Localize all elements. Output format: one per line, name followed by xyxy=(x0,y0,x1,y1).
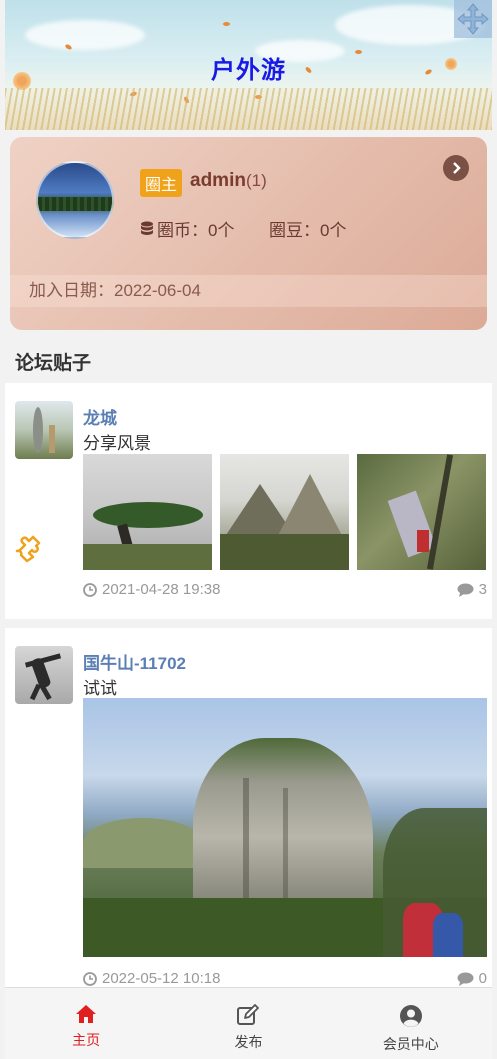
post-time-text: 2022-05-12 10:18 xyxy=(102,970,221,987)
database-icon xyxy=(141,221,153,235)
post-time: 2022-05-12 10:18 xyxy=(83,970,220,987)
comment-count-text: 0 xyxy=(478,970,487,987)
move-icon[interactable] xyxy=(454,0,492,38)
comment-icon xyxy=(457,972,474,986)
tab-label: 会员中心 xyxy=(382,1036,439,1052)
post-avatar[interactable] xyxy=(15,646,73,704)
post-time: 2021-04-28 19:38 xyxy=(83,581,220,598)
post-title[interactable]: 国牛山-11702 xyxy=(83,649,186,674)
post-card[interactable]: 龙城 分享风景 2021-04-28 19:38 3 xyxy=(5,383,492,619)
post-title[interactable]: 龙城 xyxy=(83,404,117,429)
comment-count-text: 3 xyxy=(478,581,487,598)
user-circle-icon xyxy=(399,1005,422,1027)
post-image[interactable] xyxy=(83,698,487,957)
profile-card: 圈主 admin(1) 圈币：0个 圈豆：0个 加入日期：2022-06-04 xyxy=(10,137,487,330)
owner-badge: 圈主 xyxy=(140,169,183,197)
comment-count[interactable]: 3 xyxy=(457,581,487,598)
chevron-right-icon[interactable] xyxy=(443,155,469,181)
tab-bar: 主页 发布 会员中心 xyxy=(5,987,492,1059)
post-image[interactable] xyxy=(220,454,349,570)
avatar[interactable] xyxy=(36,161,114,239)
tab-label: 发布 xyxy=(234,1034,263,1050)
clock-icon xyxy=(83,971,97,986)
tab-home[interactable]: 主页 xyxy=(5,988,167,1059)
page-title: 户外游 xyxy=(211,57,286,84)
home-icon xyxy=(76,1005,97,1023)
coins-text: 圈币：0个 xyxy=(157,221,235,240)
clock-icon xyxy=(83,582,97,597)
puzzle-icon[interactable] xyxy=(11,529,45,568)
user-level: (1) xyxy=(245,171,267,190)
post-card[interactable]: 国牛山-11702 试试 2022-05-12 10:18 0 xyxy=(5,628,492,998)
post-avatar[interactable] xyxy=(15,401,73,459)
beans-stat: 圈豆：0个 xyxy=(269,221,347,240)
username-text: admin xyxy=(190,170,246,191)
edit-icon xyxy=(237,1004,260,1025)
tab-member-center[interactable]: 会员中心 xyxy=(330,988,492,1059)
post-desc: 分享风景 xyxy=(83,434,151,453)
comment-icon xyxy=(457,583,474,597)
post-image[interactable] xyxy=(357,454,486,570)
tab-label: 主页 xyxy=(72,1032,101,1048)
post-image[interactable] xyxy=(83,454,212,570)
section-title: 论坛贴子 xyxy=(15,353,92,374)
join-date: 加入日期：2022-06-04 xyxy=(10,275,487,307)
banner: 户外游 xyxy=(5,0,492,130)
app-frame: 户外游 圈主 admin(1) 圈币：0个 圈豆：0个 加入日期：2022-06… xyxy=(5,0,492,1059)
tab-publish[interactable]: 发布 xyxy=(167,988,329,1059)
post-desc: 试试 xyxy=(83,679,117,698)
comment-count[interactable]: 0 xyxy=(457,970,487,987)
username: admin(1) xyxy=(190,170,267,192)
post-time-text: 2021-04-28 19:38 xyxy=(102,581,221,598)
coins-stat: 圈币：0个 xyxy=(140,216,234,241)
